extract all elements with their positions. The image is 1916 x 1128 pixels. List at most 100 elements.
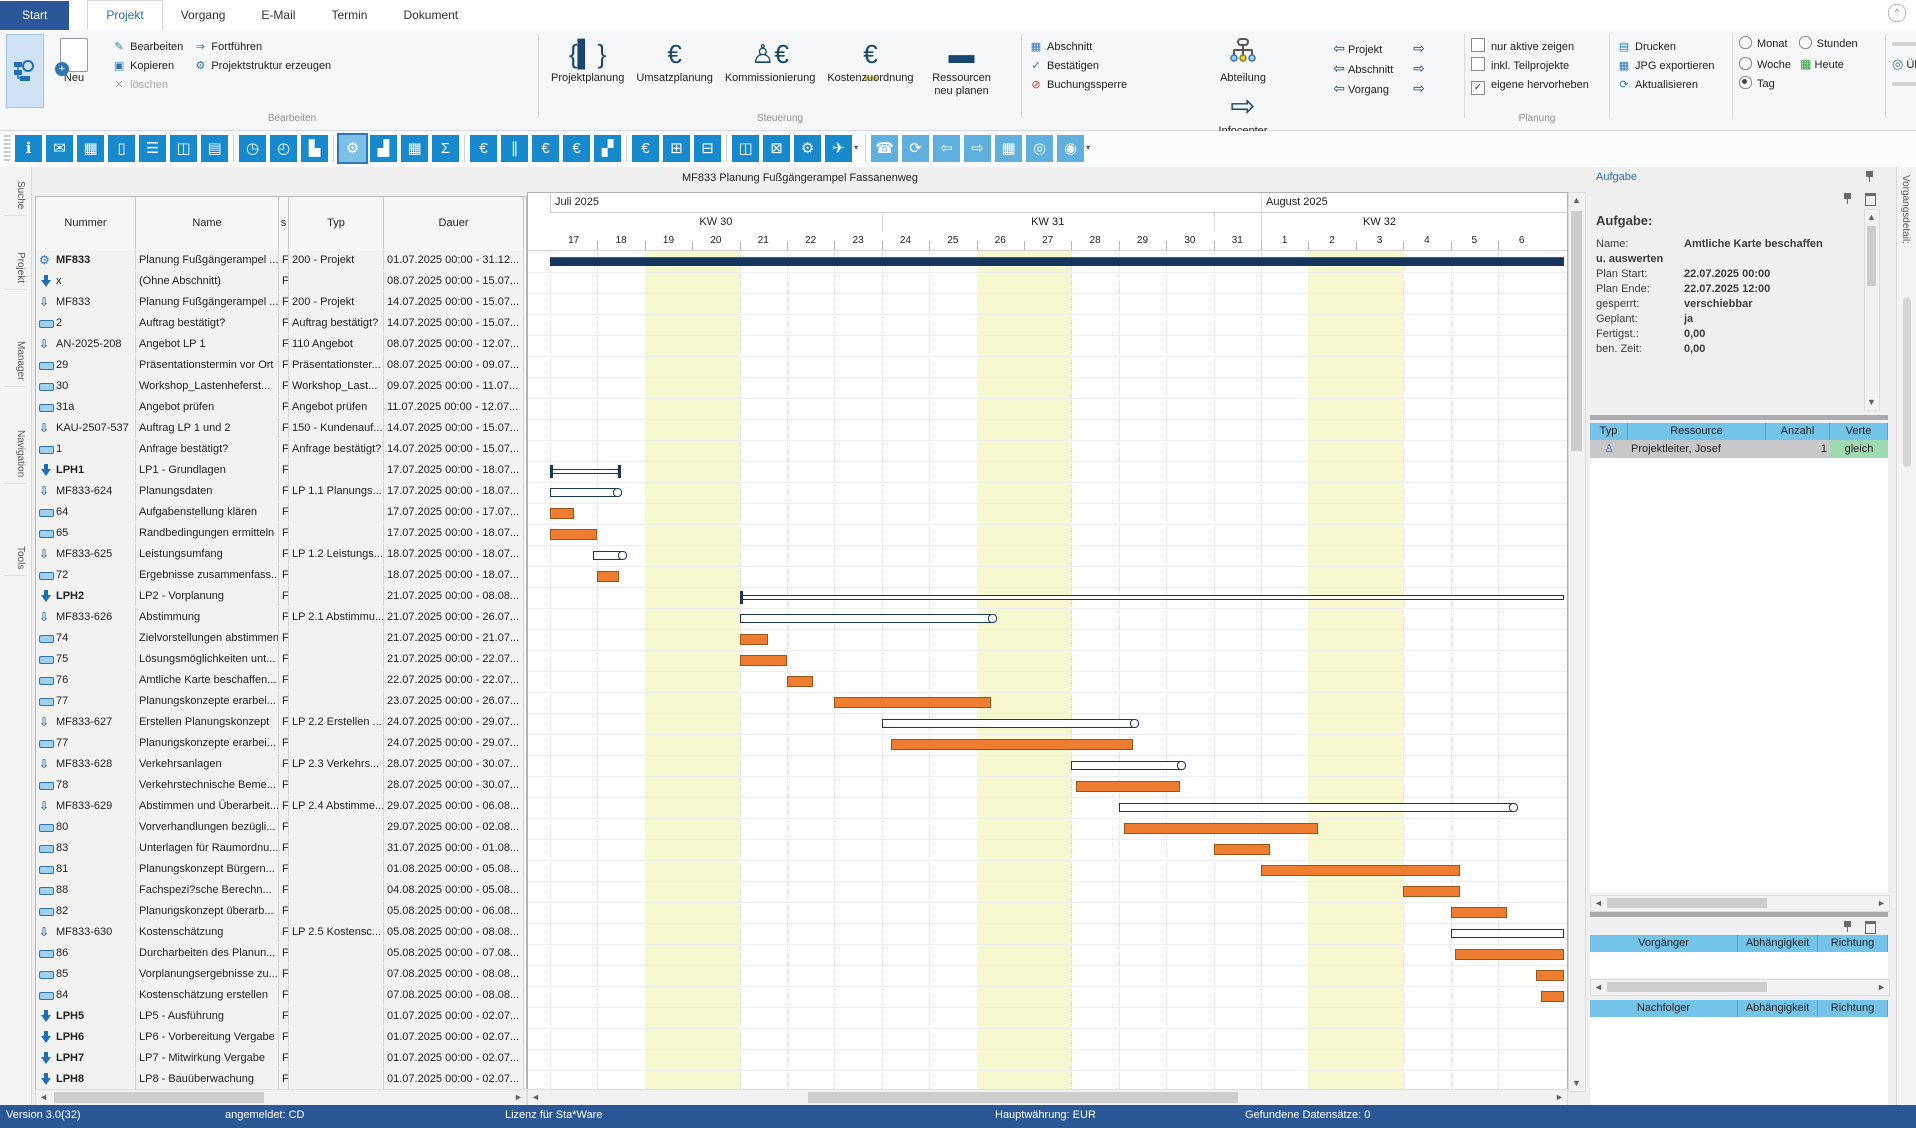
project-structure-icon[interactable]: ⚙ — [339, 135, 366, 162]
column-header-Typ[interactable]: Typ — [289, 197, 384, 249]
tab-dokument[interactable]: Dokument — [385, 1, 476, 30]
check-nur-aktive-zeigen[interactable]: nur aktive zeigen — [1471, 38, 1603, 57]
pred-hscroll-thumb[interactable] — [1607, 982, 1767, 992]
spreadsheet-icon[interactable]: ▦ — [401, 135, 428, 162]
uebersicht-button[interactable]: ◎ Übersicht — [1892, 54, 1916, 74]
predecessor-column-vorgänger[interactable]: Vorgänger — [1590, 935, 1738, 952]
pin-icon[interactable] — [1865, 171, 1874, 182]
table-row[interactable]: 85Vorplanungsergebnisse zu...F07.08.2025… — [36, 964, 524, 986]
cmd-buchungssperre[interactable]: ⊘Buchungssperre — [1028, 76, 1127, 95]
new-button[interactable]: + Neu — [52, 38, 96, 84]
table-row[interactable]: 29Präsentationstermin vor OrtFPräsentati… — [36, 355, 524, 377]
scroll-right-icon[interactable]: ► — [1874, 896, 1889, 911]
table-row[interactable]: 84Kostenschätzung erstellenF07.08.2025 0… — [36, 985, 524, 1007]
gantt-task-bar[interactable] — [891, 739, 1133, 750]
table-row[interactable]: ⇩MF833-626AbstimmungFLP 2.1 Abstimmu...2… — [36, 607, 524, 629]
pin-icon[interactable] — [1843, 921, 1852, 932]
gantt-group-bar[interactable] — [740, 614, 991, 623]
checkbox-icon[interactable] — [1471, 38, 1485, 52]
column-header-Nummer[interactable]: Nummer — [36, 197, 136, 249]
button-kostenzuordnung[interactable]: €●●●Kostenzuordnung — [821, 34, 919, 87]
gantt-task-bar[interactable] — [1536, 970, 1564, 981]
nav-next-projekt-icon[interactable]: ⇨ — [1410, 38, 1428, 58]
gantt-task-bar[interactable] — [550, 508, 574, 519]
cart-icon[interactable]: ⊞ — [663, 135, 690, 162]
gantt-task-bar[interactable] — [1124, 823, 1318, 834]
nav-forward-icon[interactable]: ⇨ — [964, 135, 991, 162]
button-ressourcen[interactable]: ▬Ressourcenneu planen — [920, 34, 1004, 100]
table-row[interactable]: 88Fachspezi?sche Berechn...F04.08.2025 0… — [36, 880, 524, 902]
info-icon[interactable]: ℹ — [15, 135, 42, 162]
table-row[interactable]: 83Unterlagen für Raumordnu...F31.07.2025… — [36, 838, 524, 860]
sum-icon[interactable]: Σ — [432, 135, 459, 162]
gantt-hscroll-thumb[interactable] — [808, 1092, 1238, 1103]
tab-email[interactable]: E-Mail — [243, 1, 313, 30]
check-eigene-hervorheben[interactable]: ✓eigene hervorheben — [1471, 76, 1603, 95]
cmd-projektstruktur-erzeugen[interactable]: ⚙Projektstruktur erzeugen — [192, 57, 331, 76]
zoom-icon[interactable]: ◎ — [1026, 135, 1053, 162]
table-row[interactable]: 30Workshop_Lastenheferst...FWorkshop_Las… — [36, 376, 524, 398]
panel-divider[interactable] — [1590, 415, 1888, 420]
nav-next-abschnitt-icon[interactable]: ⇨ — [1410, 58, 1428, 78]
scroll-up-icon[interactable]: ▲ — [1865, 210, 1878, 225]
gantt-group-bar[interactable] — [1071, 761, 1180, 770]
cmd-bearbeiten[interactable]: ✎Bearbeiten — [111, 38, 183, 57]
money-out-icon[interactable]: € — [470, 135, 497, 162]
gantt-group-bar[interactable] — [593, 551, 621, 560]
cmd-jpg-exportieren[interactable]: ▦JPG exportieren — [1616, 57, 1714, 76]
table-row[interactable]: 75Lösungsmöglichkeiten unt...F21.07.2025… — [36, 649, 524, 671]
successor-column-nachfolger[interactable]: Nachfolger — [1590, 1000, 1738, 1017]
radio-monat[interactable] — [1739, 36, 1752, 49]
scroll-right-icon[interactable]: ► — [511, 1090, 526, 1105]
maximize-icon[interactable] — [1865, 921, 1876, 934]
table-row[interactable]: ⇩MF833-627Erstellen PlanungskonzeptFLP 2… — [36, 712, 524, 734]
radio-stunden[interactable] — [1799, 36, 1812, 49]
gantt-vscrollbar[interactable]: ▲ ▼ — [1568, 192, 1586, 1092]
table-row[interactable]: LPH8LP8 - BauüberwachungF01.07.2025 00:0… — [36, 1069, 524, 1091]
user-time-icon[interactable]: ◴ — [270, 135, 297, 162]
gantt-vscroll-thumb[interactable] — [1571, 211, 1582, 451]
table-row[interactable]: 72Ergebnisse zusammenfass...F18.07.2025 … — [36, 565, 524, 587]
zoom-slider-top[interactable] — [1892, 42, 1916, 46]
user-barcode-icon[interactable]: ▞ — [594, 135, 621, 162]
tab-termin[interactable]: Termin — [313, 1, 385, 30]
table-row[interactable]: ⇩KAU-2507-537Auftrag LP 1 und 2F150 - Ku… — [36, 418, 524, 440]
gantt-task-bar[interactable] — [787, 676, 813, 687]
app-icon[interactable] — [6, 34, 44, 108]
table-row[interactable]: 76Amtliche Karte beschaffen...F22.07.202… — [36, 670, 524, 692]
barcode-icon[interactable]: ∥ — [501, 135, 528, 162]
table-row[interactable]: LPH1LP1 - GrundlagenF17.07.2025 00:00 - … — [36, 460, 524, 482]
table-row[interactable]: 31aAngebot prüfenFAngebot prüfen11.07.20… — [36, 397, 524, 419]
table-row[interactable]: ⇩MF833-624PlanungsdatenFLP 1.1 Planungs.… — [36, 481, 524, 503]
time-add-icon[interactable]: ◷ — [239, 135, 266, 162]
tab-start[interactable]: Start — [0, 1, 69, 30]
predecessor-column-abhängigkeit[interactable]: Abhängigkeit — [1738, 935, 1818, 952]
calendar-icon[interactable]: ▦ — [77, 135, 104, 162]
table-row[interactable]: 77Planungskonzepte erarbei...F24.07.2025… — [36, 733, 524, 755]
table-row[interactable]: ⇩MF833-625LeistungsumfangFLP 1.2 Leistun… — [36, 544, 524, 566]
table-row[interactable]: 78Verkehrstechnische Beme...F28.07.2025 … — [36, 775, 524, 797]
phone-icon[interactable]: ☎ — [871, 135, 898, 162]
nav-next-vorgang-icon[interactable]: ⇨ — [1410, 78, 1428, 98]
table-row[interactable]: LPH2LP2 - VorplanungF21.07.2025 00:00 - … — [36, 586, 524, 608]
sidebar-item-tools[interactable]: Tools — [4, 540, 26, 576]
table-row[interactable]: 82Planungskonzept überarb...F05.08.2025 … — [36, 901, 524, 923]
table-row[interactable]: LPH7LP7 - Mitwirkung VergabeF01.07.2025 … — [36, 1048, 524, 1070]
table-row[interactable]: 80Vorverhandlungen bezügli...F29.07.2025… — [36, 817, 524, 839]
predecessor-column-richtung[interactable]: Richtung — [1818, 935, 1888, 952]
refresh-doc-icon[interactable]: ⟳ — [902, 135, 929, 162]
cmd-abschnitt[interactable]: ▦Abschnitt — [1028, 38, 1127, 57]
scroll-left-icon[interactable]: ◄ — [528, 1090, 543, 1105]
nav-prev-abschnitt-icon[interactable]: ⇦ — [1330, 58, 1348, 78]
table-row[interactable]: 86Durcharbeiten des Planun...F05.08.2025… — [36, 943, 524, 965]
column-header-s[interactable]: s — [279, 197, 289, 249]
maximize-icon[interactable] — [1865, 193, 1876, 206]
gantt-task-bar[interactable] — [1455, 949, 1564, 960]
sidebar-item-manager[interactable]: Manager — [4, 335, 26, 387]
tab-vorgang[interactable]: Vorgang — [163, 1, 244, 30]
sidebar-item-projekt[interactable]: Projekt — [4, 246, 26, 290]
gantt-task-bar[interactable] — [834, 697, 990, 708]
table-row[interactable]: 77Planungskonzepte erarbei...F23.07.2025… — [36, 691, 524, 713]
cmd-best-tigen[interactable]: ✓Bestätigen — [1028, 57, 1127, 76]
button-kommissionierung[interactable]: ♙€Kommissionierung — [719, 34, 821, 87]
